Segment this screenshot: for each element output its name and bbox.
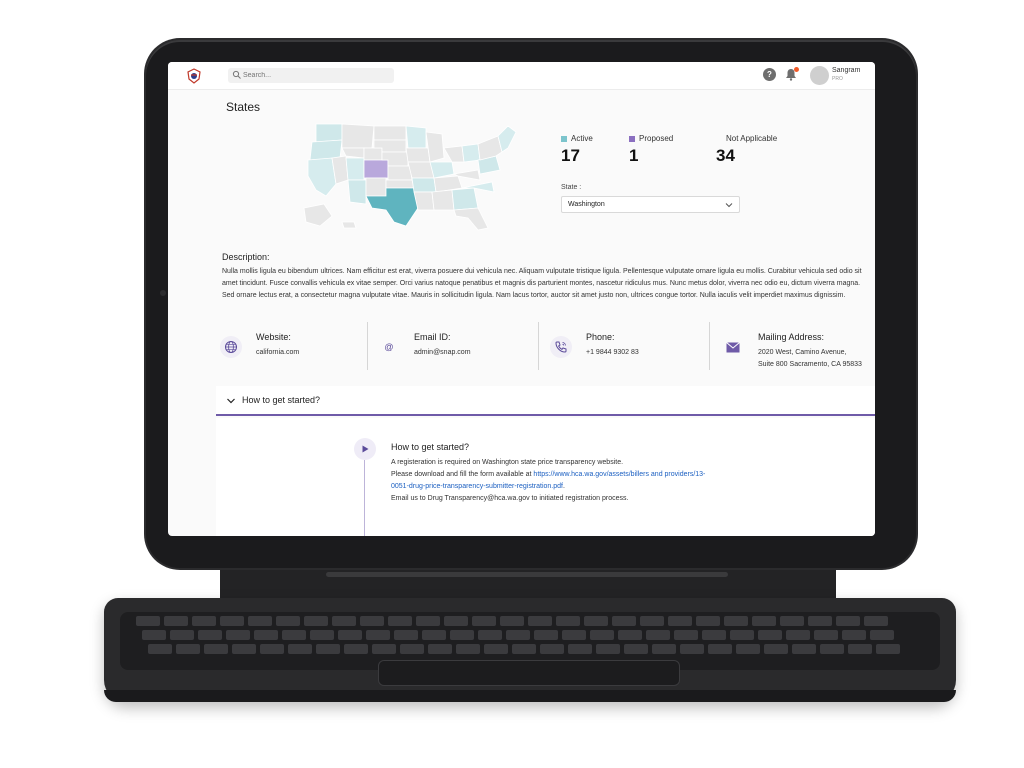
camera-dot <box>160 290 166 296</box>
help-icon[interactable]: ? <box>763 68 776 81</box>
page-title: States <box>226 100 261 114</box>
divider <box>538 322 539 370</box>
description-title: Description: <box>222 252 270 262</box>
phone-title: Phone: <box>586 332 615 342</box>
address-line-1: 2020 West, Camino Avenue, <box>758 349 847 356</box>
step-line-3: Email us to Drug Transparency@hca.wa.gov… <box>391 495 629 502</box>
stat-active: Active 17 <box>561 134 593 166</box>
website-title: Website: <box>256 332 291 342</box>
not-applicable-swatch <box>716 136 722 142</box>
state-select-label: State : <box>561 184 582 191</box>
contact-address: Mailing Address: 2020 West, Camino Avenu… <box>722 324 875 370</box>
stat-active-value: 17 <box>561 146 580 165</box>
website-link[interactable]: california.com <box>256 347 299 359</box>
top-bar: ? Sangram PRO <box>168 62 875 90</box>
divider <box>367 322 368 370</box>
phone-number[interactable]: +1 9844 9302 83 <box>586 347 639 359</box>
stat-not-applicable: Not Applicable 34 <box>716 134 777 166</box>
trackpad[interactable] <box>378 660 680 686</box>
stat-proposed-label: Proposed <box>639 134 674 143</box>
email-link[interactable]: admin@snap.com <box>414 347 471 359</box>
chevron-down-icon <box>725 203 733 208</box>
user-name[interactable]: Sangram <box>832 67 860 74</box>
stat-proposed-value: 1 <box>629 146 639 165</box>
contact-email: @ Email ID: admin@snap.com <box>378 324 528 370</box>
map-states <box>303 123 517 231</box>
step-title: How to get started? <box>391 442 470 452</box>
accordion-panel: How to get started? A registeration is r… <box>216 418 875 536</box>
contact-phone: Phone: +1 9844 9302 83 <box>550 324 700 370</box>
address-text: 2020 West, Camino Avenue, Suite 800 Sacra… <box>758 347 862 371</box>
key-row-1 <box>136 616 888 626</box>
us-states-map[interactable] <box>302 118 522 234</box>
search-input[interactable] <box>243 68 388 83</box>
user-role: PRO <box>832 76 843 82</box>
search-box[interactable] <box>228 68 394 83</box>
brand-logo-icon[interactable] <box>186 68 202 84</box>
timeline-line <box>364 460 365 536</box>
phone-icon <box>550 336 572 358</box>
at-sign-icon: @ <box>384 342 394 352</box>
contact-strip: Website: california.com @ Email ID: admi… <box>216 324 875 370</box>
stat-proposed: Proposed 1 <box>629 134 673 166</box>
divider <box>709 322 710 370</box>
step-line-2-prefix: Please download and fill the form availa… <box>391 471 534 478</box>
address-line-2: Suite 800 Sacramento, CA 95833 <box>758 361 862 368</box>
step-body: A registeration is required on Washingto… <box>391 457 721 505</box>
key-row-3 <box>148 644 900 654</box>
description-text: Nulla mollis ligula eu bibendum ultrices… <box>222 268 862 299</box>
accordion-header[interactable]: How to get started? <box>216 386 875 416</box>
email-title: Email ID: <box>414 332 451 342</box>
notification-badge <box>794 67 799 72</box>
address-title: Mailing Address: <box>758 332 825 342</box>
screen: ? Sangram PRO States <box>168 62 875 536</box>
accordion-title: How to get started? <box>242 395 321 405</box>
play-icon[interactable] <box>354 438 376 460</box>
active-swatch <box>561 135 567 142</box>
mail-icon <box>722 336 744 358</box>
stat-active-label: Active <box>571 134 593 143</box>
globe-icon <box>220 336 242 358</box>
state-select-value: Washington <box>568 201 605 208</box>
stat-not-applicable-value: 34 <box>716 146 735 165</box>
chevron-down-icon <box>227 398 235 404</box>
key-row-2 <box>142 630 894 640</box>
proposed-swatch <box>629 135 635 142</box>
state-select[interactable]: Washington <box>561 196 740 213</box>
hinge-strip <box>326 572 728 577</box>
avatar[interactable] <box>810 66 829 85</box>
contact-website: Website: california.com <box>220 324 360 370</box>
step-line-2-suffix: . <box>562 483 565 490</box>
step-line-1: A registeration is required on Washingto… <box>391 459 624 466</box>
stage: ? Sangram PRO States <box>0 0 1024 768</box>
step-line-2: Please download and fill the form availa… <box>391 469 721 493</box>
stat-not-applicable-label: Not Applicable <box>726 134 778 143</box>
search-icon <box>232 70 241 79</box>
keyboard-front-edge <box>104 690 956 702</box>
